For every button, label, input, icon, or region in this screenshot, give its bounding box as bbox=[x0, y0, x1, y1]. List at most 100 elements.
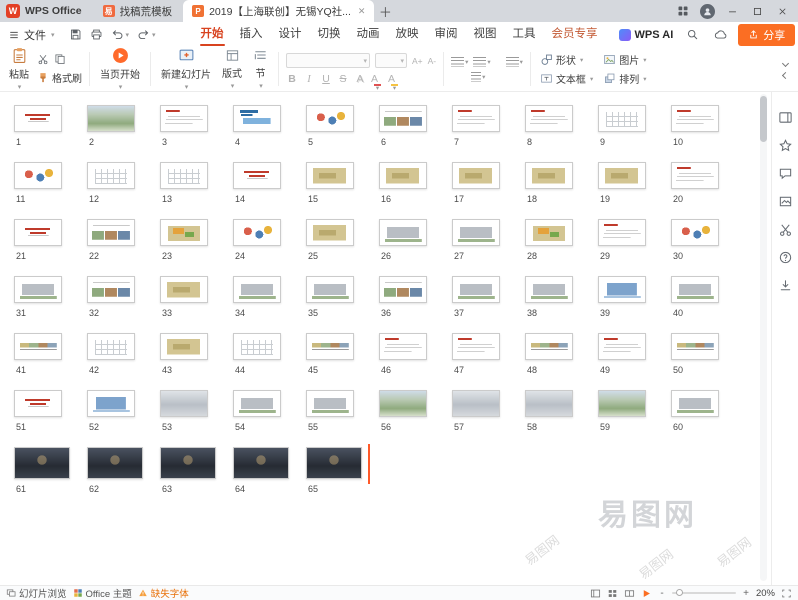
ribbon-tab-视图[interactable]: 视图 bbox=[466, 22, 505, 47]
slide-thumbnail-42[interactable] bbox=[87, 333, 135, 360]
close-button[interactable] bbox=[774, 3, 790, 19]
slide-thumbnail-20[interactable] bbox=[671, 162, 719, 189]
fit-to-window-button[interactable] bbox=[781, 588, 792, 599]
minimize-button[interactable] bbox=[724, 3, 740, 19]
slide-thumbnail-13[interactable] bbox=[160, 162, 208, 189]
slide-thumbnail-62[interactable] bbox=[87, 447, 143, 479]
slide-thumbnail-53[interactable] bbox=[160, 390, 208, 417]
ribbon-tab-审阅[interactable]: 审阅 bbox=[427, 22, 466, 47]
arrange-button[interactable]: 排列 bbox=[603, 71, 646, 86]
apps-grid-icon[interactable] bbox=[675, 3, 691, 19]
ribbon-tab-会员专享[interactable]: 会员专享 bbox=[544, 22, 606, 47]
shapes-button[interactable]: 形状 bbox=[540, 52, 593, 67]
reading-view-button[interactable] bbox=[624, 588, 635, 599]
slide-thumbnail-26[interactable] bbox=[379, 219, 427, 246]
slide-thumbnail-52[interactable] bbox=[87, 390, 135, 417]
normal-view-button[interactable] bbox=[590, 588, 601, 599]
slide-thumbnail-4[interactable] bbox=[233, 105, 281, 132]
print-button[interactable] bbox=[90, 28, 103, 41]
slide-thumbnail-29[interactable] bbox=[598, 219, 646, 246]
slide-thumbnail-60[interactable] bbox=[671, 390, 719, 417]
slide-sorter-view-button[interactable] bbox=[607, 588, 618, 599]
cloud-sync-button[interactable] bbox=[713, 28, 727, 42]
line-spacing-button[interactable] bbox=[506, 57, 523, 67]
wps-ai-button[interactable]: WPS AI bbox=[613, 29, 680, 41]
slide-thumbnail-18[interactable] bbox=[525, 162, 573, 189]
ribbon-tab-切换[interactable]: 切换 bbox=[310, 22, 349, 47]
slide-thumbnail-16[interactable] bbox=[379, 162, 427, 189]
zoom-slider-thumb[interactable] bbox=[676, 589, 683, 596]
underline-button[interactable]: U bbox=[320, 73, 332, 85]
strikethrough-button[interactable]: S bbox=[337, 73, 349, 85]
file-menu-button[interactable]: 文件 bbox=[8, 27, 55, 43]
tab-home-templates[interactable]: 易 找稿荒模板 bbox=[94, 0, 182, 22]
slide-thumbnail-39[interactable] bbox=[598, 276, 646, 303]
slide-thumbnail-15[interactable] bbox=[306, 162, 354, 189]
section-button[interactable]: 节 bbox=[250, 47, 271, 92]
italic-button[interactable]: I bbox=[303, 74, 315, 85]
slide-thumbnail-19[interactable] bbox=[598, 162, 646, 189]
ribbon-tab-设计[interactable]: 设计 bbox=[271, 22, 310, 47]
slide-thumbnail-8[interactable] bbox=[525, 105, 573, 132]
font-size-combo[interactable]: ▾ bbox=[375, 53, 407, 68]
font-color-button[interactable]: A bbox=[371, 73, 383, 85]
clip-tools-button[interactable] bbox=[778, 222, 793, 237]
slide-thumbnail-9[interactable] bbox=[598, 105, 646, 132]
download-button[interactable] bbox=[778, 278, 793, 293]
bold-button[interactable]: B bbox=[286, 73, 298, 85]
slide-thumbnail-17[interactable] bbox=[452, 162, 500, 189]
slide-thumbnail-59[interactable] bbox=[598, 390, 646, 417]
slide-thumbnail-51[interactable] bbox=[14, 390, 62, 417]
play-from-current-button[interactable]: 当页开始 bbox=[97, 47, 143, 92]
redo-button[interactable] bbox=[137, 28, 156, 41]
tab-current-document[interactable]: P 2019【上海联创】无锡YQ社... ✕ bbox=[183, 0, 374, 22]
slide-thumbnail-25[interactable] bbox=[306, 219, 354, 246]
slide-thumbnail-21[interactable] bbox=[14, 219, 62, 246]
picture-button[interactable]: 图片 bbox=[603, 52, 646, 67]
slide-thumbnail-57[interactable] bbox=[452, 390, 500, 417]
slide-thumbnail-5[interactable] bbox=[306, 105, 354, 132]
font-name-combo[interactable]: ▾ bbox=[286, 53, 370, 68]
slide-thumbnail-24[interactable] bbox=[233, 219, 281, 246]
missing-font-warning[interactable]: 缺失字体 bbox=[138, 586, 189, 600]
layout-button[interactable]: 版式 bbox=[219, 47, 245, 92]
slide-thumbnail-35[interactable] bbox=[306, 276, 354, 303]
slide-thumbnail-30[interactable] bbox=[671, 219, 719, 246]
slide-thumbnail-50[interactable] bbox=[671, 333, 719, 360]
slide-thumbnail-14[interactable] bbox=[233, 162, 281, 189]
zoom-slider[interactable] bbox=[672, 592, 736, 594]
textbox-button[interactable]: 文本框 bbox=[540, 71, 593, 86]
slide-thumbnail-55[interactable] bbox=[306, 390, 354, 417]
format-painter-button[interactable]: 格式刷 bbox=[37, 70, 82, 85]
slide-thumbnail-45[interactable] bbox=[306, 333, 354, 360]
slide-thumbnail-47[interactable] bbox=[452, 333, 500, 360]
increase-font-button[interactable]: A+ bbox=[412, 56, 423, 66]
panel-button[interactable] bbox=[778, 110, 793, 125]
slide-thumbnail-44[interactable] bbox=[233, 333, 281, 360]
slide-thumbnail-58[interactable] bbox=[525, 390, 573, 417]
text-direction-button[interactable] bbox=[471, 72, 485, 82]
bullet-list-button[interactable] bbox=[451, 57, 468, 67]
help-button[interactable] bbox=[778, 250, 793, 265]
new-tab-button[interactable]: ＋ bbox=[376, 2, 394, 20]
undo-button[interactable] bbox=[111, 28, 130, 41]
slide-thumbnail-12[interactable] bbox=[87, 162, 135, 189]
ribbon-scroll-left-icon[interactable] bbox=[782, 59, 789, 66]
slide-thumbnail-38[interactable] bbox=[525, 276, 573, 303]
slide-thumbnail-33[interactable] bbox=[160, 276, 208, 303]
slide-thumbnail-41[interactable] bbox=[14, 333, 62, 360]
slide-thumbnail-37[interactable] bbox=[452, 276, 500, 303]
decrease-font-button[interactable]: A- bbox=[428, 56, 437, 66]
slide-thumbnail-7[interactable] bbox=[452, 105, 500, 132]
ribbon-tab-工具[interactable]: 工具 bbox=[505, 22, 544, 47]
slide-thumbnail-10[interactable] bbox=[671, 105, 719, 132]
ribbon-tab-插入[interactable]: 插入 bbox=[232, 22, 271, 47]
slide-thumbnail-34[interactable] bbox=[233, 276, 281, 303]
slide-thumbnail-65[interactable] bbox=[306, 447, 362, 479]
vertical-scrollbar[interactable] bbox=[760, 94, 767, 581]
slide-thumbnail-22[interactable] bbox=[87, 219, 135, 246]
scrollbar-thumb[interactable] bbox=[760, 96, 767, 142]
copy-button[interactable] bbox=[54, 53, 66, 65]
slide-thumbnail-36[interactable] bbox=[379, 276, 427, 303]
slide-thumbnail-31[interactable] bbox=[14, 276, 62, 303]
